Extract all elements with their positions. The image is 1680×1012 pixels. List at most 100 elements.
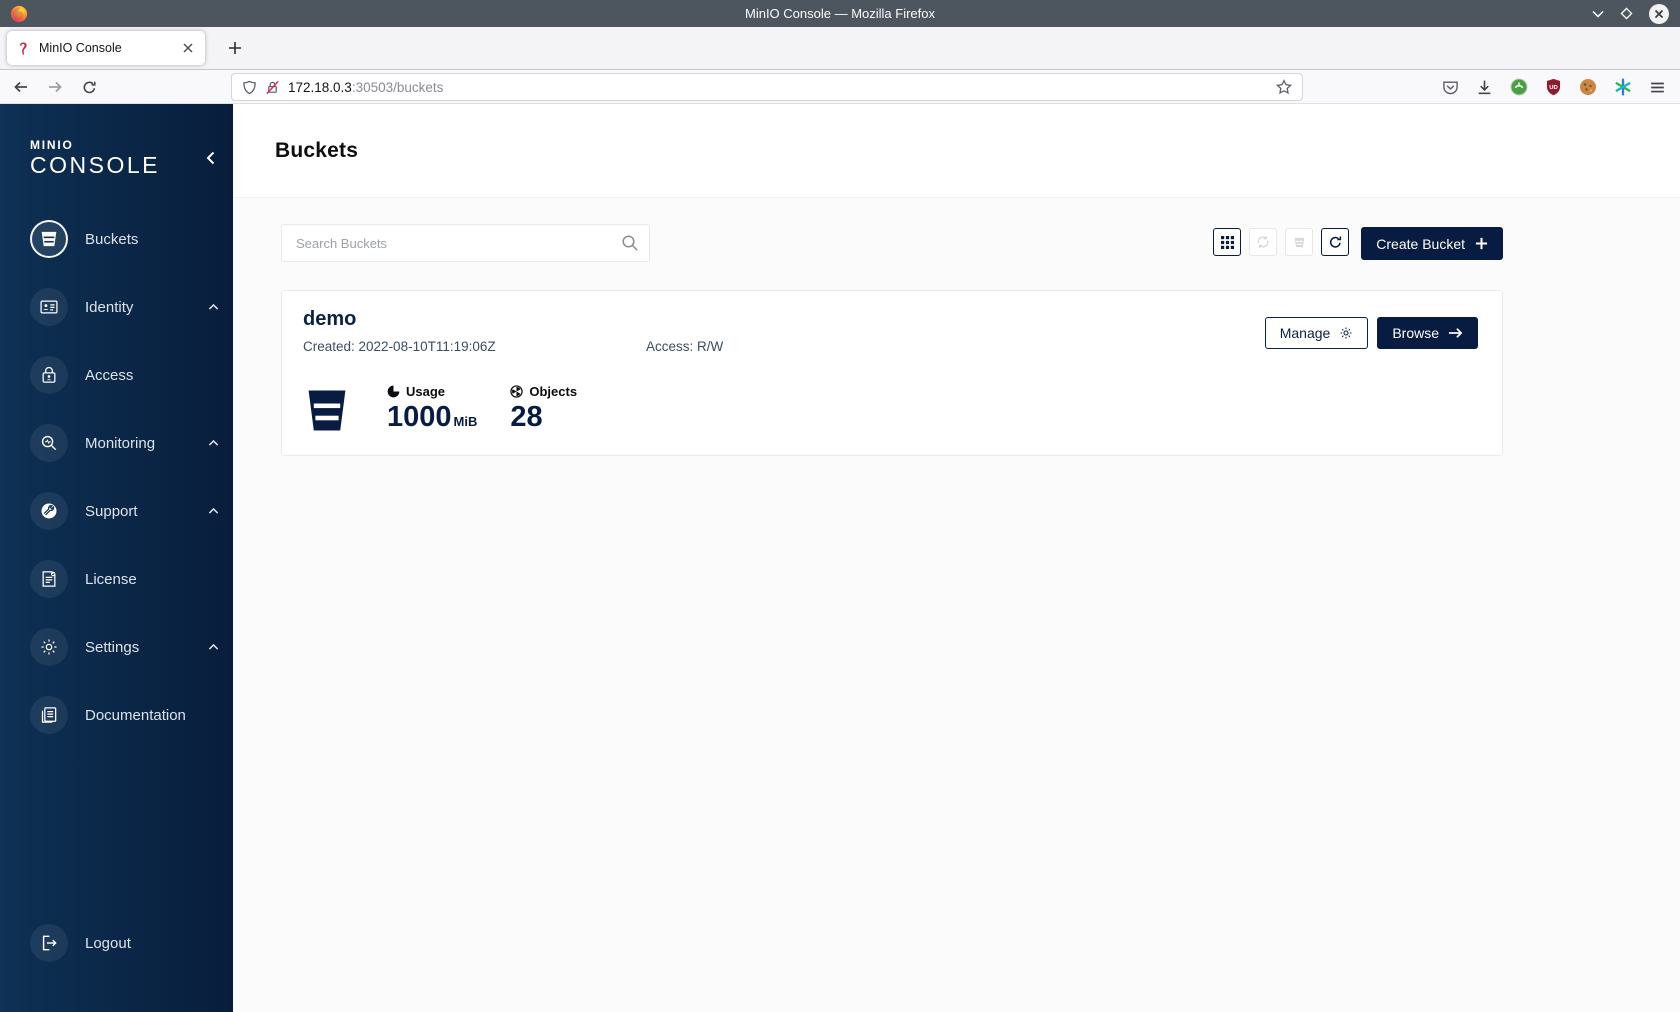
extension-shield-icon[interactable]: UD <box>1545 78 1562 96</box>
documentation-icon <box>30 696 68 734</box>
gear-icon <box>1340 327 1352 339</box>
window-maximize-button[interactable] <box>1619 6 1634 21</box>
sidebar-item-documentation[interactable]: Documentation <box>0 691 233 739</box>
sidebar-item-label: Settings <box>85 638 140 656</box>
refresh-button[interactable] <box>1321 228 1350 256</box>
sidebar-item-label: Support <box>85 502 138 520</box>
page-title: Buckets <box>275 138 359 162</box>
page-header: Buckets <box>233 104 1680 198</box>
sidebar-item-label: License <box>85 570 137 588</box>
arrow-right-icon <box>1448 328 1463 338</box>
chevron-up-icon <box>208 303 219 311</box>
chevron-up-icon <box>208 507 219 515</box>
buckets-content: Create Bucket demo Created: 2022-08-10T1… <box>233 198 1680 456</box>
delete-buckets-button[interactable] <box>1285 228 1314 256</box>
gear-icon <box>30 628 68 666</box>
browse-button[interactable]: Browse <box>1377 317 1478 349</box>
objects-value: 28 <box>510 401 543 433</box>
create-bucket-button[interactable]: Create Bucket <box>1361 227 1503 260</box>
grid-icon <box>1220 235 1234 249</box>
sidebar-item-label: Identity <box>85 298 134 316</box>
usage-unit: MiB <box>453 414 478 429</box>
downloads-icon[interactable] <box>1476 79 1493 96</box>
sidebar: MINIO CONSOLE Buckets Identity Access Mo… <box>0 104 233 1012</box>
manage-label: Manage <box>1279 325 1331 341</box>
manage-button[interactable]: Manage <box>1264 317 1369 349</box>
url-text: 172.18.0.3:30503/buckets <box>288 80 443 95</box>
objects-metric: Objects 28 <box>510 384 577 432</box>
new-tab-button[interactable] <box>224 37 246 59</box>
pie-chart-icon <box>387 385 400 398</box>
objects-icon <box>510 385 524 398</box>
url-host: 172.18.0.3 <box>288 79 352 95</box>
tab-strip: MinIO Console <box>0 27 1680 70</box>
reload-button[interactable] <box>74 74 104 100</box>
bookmark-star-icon[interactable] <box>1276 79 1292 95</box>
delete-bucket-icon <box>1294 237 1305 247</box>
tab-close-icon[interactable] <box>180 40 196 56</box>
minio-console-logo: MINIO CONSOLE <box>30 138 233 178</box>
grid-view-button[interactable] <box>1213 228 1242 256</box>
browse-label: Browse <box>1392 325 1439 341</box>
usage-metric: Usage 1000 MiB <box>387 384 477 432</box>
window-titlebar: MinIO Console — Mozilla Firefox <box>0 0 1680 27</box>
bucket-name: demo <box>303 308 357 330</box>
extension-green-icon[interactable] <box>1510 78 1528 96</box>
brand-minio: MINIO <box>30 138 74 152</box>
bucket-info: demo Created: 2022-08-10T11:19:06Z Acces… <box>303 306 723 354</box>
sidebar-item-license[interactable]: License <box>0 555 233 603</box>
usage-label: Usage <box>406 384 446 399</box>
plus-icon <box>1475 237 1488 250</box>
lock-user-icon <box>30 356 68 394</box>
firefox-logo-icon <box>10 5 28 23</box>
svg-text:UD: UD <box>1549 85 1558 91</box>
back-button[interactable] <box>6 74 36 100</box>
pocket-icon[interactable] <box>1442 79 1459 96</box>
search-box <box>281 224 650 262</box>
sidebar-collapse-button chevron-left-icon[interactable] <box>206 151 215 165</box>
url-bar[interactable]: 172.18.0.3:30503/buckets <box>231 73 1303 101</box>
identity-card-icon <box>30 288 68 326</box>
search-input[interactable] <box>281 224 650 262</box>
objects-label: Objects <box>529 384 578 399</box>
bucket-created: Created: 2022-08-10T11:19:06Z <box>303 339 496 354</box>
menu-icon[interactable] <box>1649 79 1666 96</box>
browser-toolbar: 172.18.0.3:30503/buckets UD <box>0 70 1680 104</box>
browser-tab[interactable]: MinIO Console <box>7 31 205 65</box>
insecure-lock-icon[interactable] <box>265 80 280 95</box>
sidebar-item-monitoring[interactable]: Monitoring <box>0 419 233 467</box>
create-bucket-label: Create Bucket <box>1376 235 1465 252</box>
minio-console-app: MINIO CONSOLE Buckets Identity Access Mo… <box>0 104 1680 1012</box>
shield-icon[interactable] <box>242 80 257 95</box>
brand-console: CONSOLE <box>30 152 160 178</box>
license-doc-icon <box>30 560 68 598</box>
sidebar-item-logout[interactable]: Logout <box>0 919 233 967</box>
main-panel: Buckets Search Buckets Create Bucket dem… <box>233 104 1680 1012</box>
wrench-circle-icon <box>30 492 68 530</box>
minio-favicon-icon <box>16 41 31 56</box>
usage-value: 1000 <box>387 401 452 433</box>
sidebar-item-label: Documentation <box>85 706 186 724</box>
tab-title: MinIO Console <box>39 41 122 55</box>
window-close-button[interactable] <box>1648 3 1670 25</box>
sidebar-item-access[interactable]: Access <box>0 351 233 399</box>
bucket-access: Access: R/W <box>646 339 724 354</box>
sidebar-item-support[interactable]: Support <box>0 487 233 535</box>
window-title: MinIO Console — Mozilla Firefox <box>745 6 935 21</box>
sidebar-item-buckets[interactable]: Buckets <box>0 215 233 263</box>
sidebar-item-settings[interactable]: Settings <box>0 623 233 671</box>
sidebar-item-label: Buckets <box>85 230 139 248</box>
window-minimize-button[interactable] <box>1591 9 1605 19</box>
extension-cookie-icon[interactable] <box>1579 78 1597 96</box>
bucket-card: demo Created: 2022-08-10T11:19:06Z Acces… <box>281 290 1503 456</box>
refresh-icon <box>1329 236 1341 248</box>
sidebar-item-identity[interactable]: Identity <box>0 283 233 331</box>
extension-asterisk-icon[interactable] <box>1614 78 1632 96</box>
set-replication-button[interactable] <box>1249 228 1278 256</box>
url-path: :30503/buckets <box>351 79 444 95</box>
sidebar-item-label: Access <box>85 366 134 384</box>
sidebar-item-label: Monitoring <box>85 434 156 452</box>
forward-button[interactable] <box>40 74 70 100</box>
logout-icon <box>30 924 68 962</box>
bucket-icon <box>30 220 68 258</box>
